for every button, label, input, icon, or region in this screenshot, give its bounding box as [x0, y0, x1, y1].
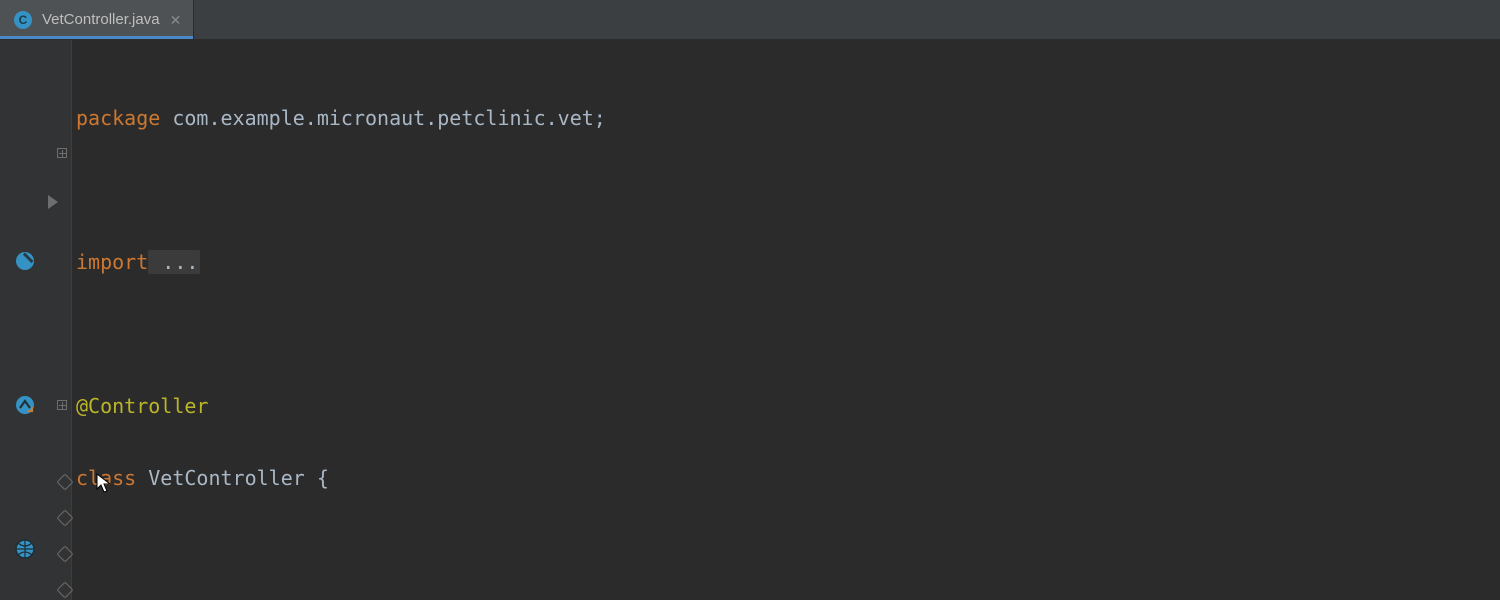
override-marker-icon[interactable] [57, 582, 74, 599]
fold-expand-icon[interactable] [57, 148, 67, 158]
package-name: com.example.micronaut.petclinic.vet; [160, 106, 606, 130]
override-marker-icon[interactable] [57, 474, 74, 491]
tab-title: VetController.java [42, 11, 160, 28]
close-icon[interactable]: ✕ [170, 13, 182, 27]
code-area[interactable]: package com.example.micronaut.petclinic.… [72, 40, 1500, 600]
tab-bar: C VetController.java ✕ [0, 0, 1500, 40]
tab-vetcontroller[interactable]: C VetController.java ✕ [0, 0, 194, 39]
editor: package com.example.micronaut.petclinic.… [0, 40, 1500, 600]
java-class-icon: C [14, 11, 32, 29]
collapsed-imports[interactable]: ... [148, 250, 200, 274]
keyword-package: package [76, 106, 160, 130]
class-name: VetController [136, 466, 317, 490]
web-mapping-icon[interactable] [14, 538, 36, 560]
override-marker-icon[interactable] [57, 510, 74, 527]
run-class-icon[interactable] [48, 195, 58, 209]
bean-icon[interactable] [14, 250, 36, 272]
autowired-icon[interactable] [14, 394, 36, 416]
fold-expand-icon[interactable] [57, 400, 67, 410]
annotation-controller: @Controller [76, 394, 208, 418]
keyword-import: import [76, 250, 148, 274]
gutter[interactable] [0, 40, 72, 600]
override-marker-icon[interactable] [57, 546, 74, 563]
keyword-class: class [76, 466, 136, 490]
